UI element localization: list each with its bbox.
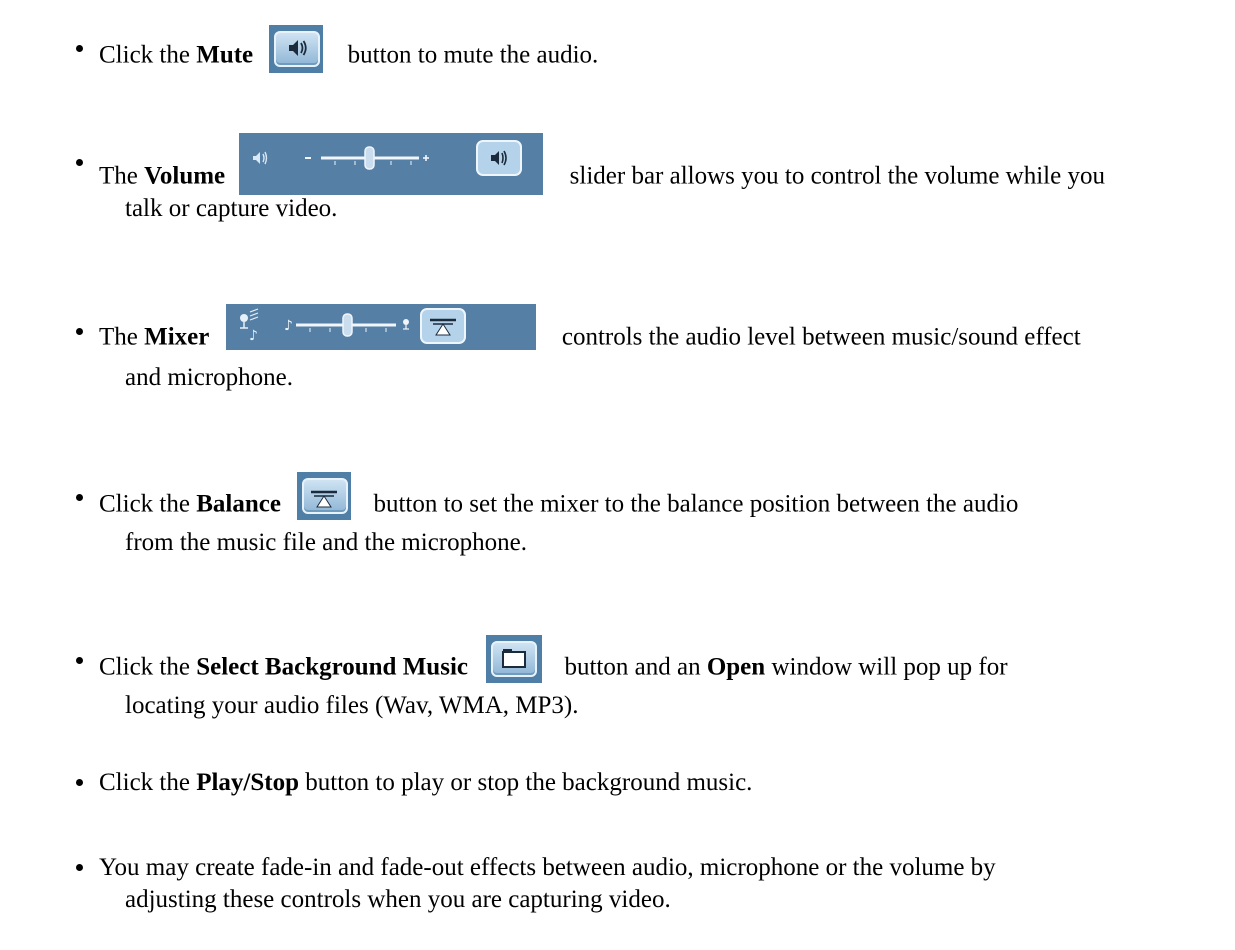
svg-text:♪: ♪ [284,318,293,334]
mixer-slider-icon: ♪ ♪ [239,308,466,344]
term-balance: Balance [196,490,281,518]
bullet [76,779,83,786]
speaker-icon [289,40,308,56]
bullet [76,494,83,501]
term-open: Open [706,653,766,681]
item-text-line: Click the Balance button to set the mixe… [99,472,1018,520]
item-text-line: Click the Select Background Music button… [99,635,1008,683]
item-text-continuation: and microphone. [125,364,294,391]
balance-icon [311,490,338,508]
mixer-slider-image: ♪ ♪ [225,304,536,350]
term-volume: Volume [144,162,226,190]
item-text-continuation: locating your audio files (Wav, WMA, MP3… [125,692,579,719]
bullet [76,657,83,664]
balance-button-image [297,472,352,520]
bullet [76,159,83,166]
folder-button-image [486,635,543,683]
bullet [76,328,83,335]
bullet [76,864,83,871]
volume-slider-icon [253,140,523,176]
folder-icon [502,649,527,668]
item-text-continuation: adjusting these controls when you are ca… [125,886,671,913]
item-text-line: The Volume slider bar allows you to cont… [99,133,1105,195]
item-text-line: Click the Play/Stop button to play or st… [99,769,753,796]
term-mute: Mute [196,41,254,69]
term-select-background-music: Select Background Music [196,653,468,681]
term-play-stop: Play/Stop [196,769,300,796]
item-text-line: The Mixer ♪ ♪ controls the audio level b… [99,304,1081,351]
item-text-continuation: from the music file and the microphone. [125,529,527,556]
mute-button-image [269,25,324,73]
item-text-continuation: talk or capture video. [125,195,338,222]
item-text-line: You may create fade-in and fade-out effe… [99,854,996,881]
bullet [76,45,83,52]
svg-text:♪: ♪ [249,328,258,344]
item-text-line: Click the Mute button to mute the audio. [99,25,598,73]
volume-slider-image [239,133,544,195]
term-mixer: Mixer [144,323,210,351]
